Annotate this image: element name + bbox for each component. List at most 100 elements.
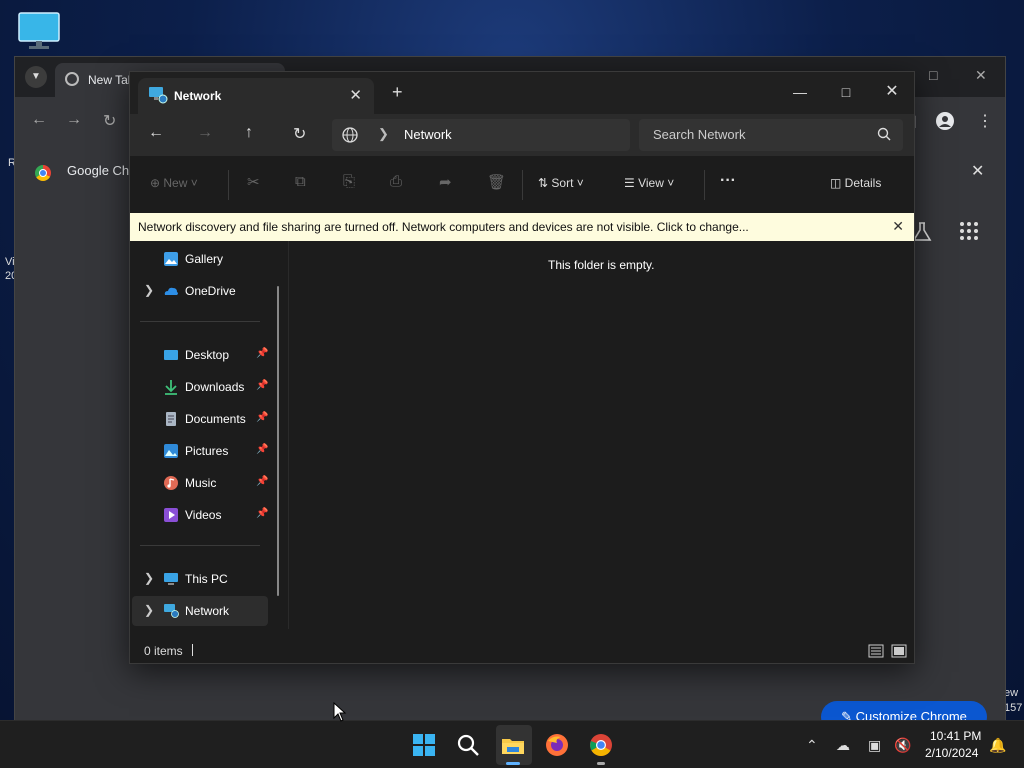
network-discovery-banner[interactable]: Network discovery and file sharing are t… bbox=[130, 213, 914, 241]
navigation-scrollbar[interactable] bbox=[277, 286, 279, 596]
maximize-button[interactable]: □ bbox=[826, 78, 866, 106]
search-icon[interactable] bbox=[456, 733, 480, 757]
desktop-monitor-icon[interactable] bbox=[18, 12, 60, 50]
chrome-icon bbox=[65, 72, 79, 86]
explorer-tab-network[interactable]: Network ✕ bbox=[138, 78, 374, 114]
up-icon[interactable]: ↑ bbox=[245, 124, 253, 142]
documents-icon bbox=[166, 412, 176, 426]
minimize-button[interactable]: — bbox=[780, 78, 820, 106]
pin-icon: 📌 bbox=[256, 444, 269, 455]
chrome-forward-icon[interactable]: → bbox=[66, 111, 82, 129]
firefox-icon[interactable] bbox=[545, 733, 569, 757]
paste-icon[interactable]: ⎘ bbox=[343, 173, 355, 190]
rename-icon[interactable]: ⎙ bbox=[390, 173, 402, 190]
chevron-right-icon[interactable]: ❯ bbox=[144, 571, 154, 585]
banner-message[interactable]: Network discovery and file sharing are t… bbox=[138, 220, 749, 234]
chrome-menu-icon[interactable]: ⋮ bbox=[977, 111, 993, 131]
back-icon[interactable]: ← bbox=[148, 124, 164, 142]
close-button[interactable]: ✕ bbox=[872, 78, 912, 106]
address-bar[interactable]: ❯ Network bbox=[332, 119, 630, 151]
pane-splitter[interactable] bbox=[288, 241, 289, 629]
bookmark-google-chrome[interactable]: Google Ch bbox=[67, 163, 129, 178]
sidebar-item-videos[interactable]: Videos 📌 bbox=[132, 500, 268, 530]
videos-icon bbox=[164, 508, 178, 522]
sidebar-item-label: Pictures bbox=[185, 444, 229, 458]
explorer-titlebar: Network ✕ + — □ ✕ bbox=[130, 72, 914, 114]
network-icon bbox=[149, 87, 168, 104]
volume-muted-icon[interactable]: 🔇 bbox=[894, 737, 911, 754]
cut-icon[interactable]: ✂ bbox=[247, 173, 260, 191]
sidebar-item-desktop[interactable]: Desktop 📌 bbox=[132, 340, 268, 370]
network-icon bbox=[164, 604, 179, 618]
close-banner-icon[interactable]: ✕ bbox=[892, 218, 904, 235]
chrome-icon[interactable] bbox=[589, 733, 613, 757]
windows-start-icon[interactable] bbox=[412, 733, 436, 757]
close-tab-icon[interactable]: ✕ bbox=[349, 86, 362, 104]
gallery-icon bbox=[164, 252, 178, 266]
sidebar-item-label: Downloads bbox=[185, 380, 245, 394]
chrome-back-icon[interactable]: ← bbox=[31, 111, 47, 129]
show-hidden-icons-chevron-up-icon[interactable]: ⌃ bbox=[806, 737, 818, 754]
chrome-close-bar-icon[interactable]: ✕ bbox=[971, 161, 984, 181]
clock-time[interactable]: 10:41 PM bbox=[930, 729, 981, 743]
sidebar-item-documents[interactable]: Documents 📌 bbox=[132, 404, 268, 434]
search-input[interactable]: Search Network bbox=[653, 127, 745, 142]
notifications-bell-icon[interactable]: 🔔 bbox=[989, 737, 1006, 754]
sidebar-item-label: Desktop bbox=[185, 348, 230, 362]
sort-button[interactable]: ⇅ Sort ˅ bbox=[538, 176, 584, 190]
running-indicator bbox=[597, 762, 605, 765]
onedrive-offline-icon[interactable]: ☁ bbox=[836, 737, 850, 754]
divider bbox=[140, 321, 260, 322]
running-indicator bbox=[506, 762, 520, 765]
sidebar-item-label: Videos bbox=[185, 508, 222, 522]
chevron-right-icon[interactable]: ❯ bbox=[144, 283, 154, 297]
sidebar-item-this-pc[interactable]: ❯ This PC bbox=[132, 564, 268, 594]
sidebar-item-onedrive[interactable]: ❯ OneDrive bbox=[132, 276, 268, 306]
taskbar: ⌃ ☁ ▣ 🔇 10:41 PM 2/10/2024 🔔 bbox=[0, 720, 1024, 768]
search-box[interactable]: Search Network bbox=[639, 119, 903, 151]
sidebar-item-music[interactable]: Music 📌 bbox=[132, 468, 268, 498]
pin-icon: 📌 bbox=[256, 508, 269, 519]
chevron-right-icon[interactable]: ❯ bbox=[144, 603, 154, 617]
desktop-text-fragment: 157 bbox=[1004, 702, 1023, 714]
sidebar-item-label: Documents bbox=[185, 412, 246, 426]
clock-date[interactable]: 2/10/2024 bbox=[925, 746, 978, 760]
pin-icon: 📌 bbox=[256, 476, 269, 487]
sidebar-item-gallery[interactable]: Gallery bbox=[132, 244, 268, 274]
sidebar-item-network[interactable]: ❯ Network bbox=[132, 596, 268, 626]
chrome-maximize-button[interactable]: □ bbox=[929, 67, 937, 83]
share-icon[interactable]: ➦ bbox=[439, 173, 452, 191]
tab-search-dropdown[interactable]: ▼ bbox=[25, 66, 47, 88]
chrome-tab-title: New Tab bbox=[88, 73, 135, 87]
chrome-reload-icon[interactable]: ↻ bbox=[103, 111, 116, 131]
forward-icon[interactable]: → bbox=[197, 124, 213, 142]
delete-icon[interactable]: 🗑 bbox=[487, 173, 506, 191]
apps-grid-icon[interactable] bbox=[959, 221, 979, 241]
new-button[interactable]: ⊕ New ˅ bbox=[150, 176, 198, 190]
refresh-icon[interactable]: ↻ bbox=[293, 124, 306, 144]
view-button[interactable]: ☰ View ˅ bbox=[624, 176, 674, 190]
network-status-icon[interactable]: ▣ bbox=[868, 737, 881, 754]
copy-icon[interactable]: ⧉ bbox=[295, 173, 306, 190]
details-view-icon[interactable] bbox=[868, 644, 884, 658]
pin-icon: 📌 bbox=[256, 380, 269, 391]
desktop-text-fragment: ew bbox=[1004, 687, 1019, 699]
pin-icon: 📌 bbox=[256, 348, 269, 359]
address-location[interactable]: Network bbox=[404, 127, 452, 142]
divider bbox=[140, 545, 260, 546]
view-icon: ☰ bbox=[624, 176, 639, 190]
details-button[interactable]: ◫ Details bbox=[830, 176, 881, 190]
chrome-close-button[interactable]: ✕ bbox=[975, 67, 987, 84]
command-bar: ⊕ New ˅ ✂ ⧉ ⎘ ⎙ ➦ 🗑 ⇅ Sort ˅ ☰ View ˅ ··… bbox=[130, 156, 914, 214]
sidebar-item-pictures[interactable]: Pictures 📌 bbox=[132, 436, 268, 466]
file-explorer-icon[interactable] bbox=[501, 733, 525, 757]
new-tab-button[interactable]: + bbox=[392, 82, 403, 103]
more-options-icon[interactable]: ··· bbox=[720, 172, 736, 190]
profile-icon[interactable] bbox=[935, 111, 955, 131]
large-icons-view-icon[interactable] bbox=[891, 644, 907, 658]
sidebar-item-downloads[interactable]: Downloads 📌 bbox=[132, 372, 268, 402]
pin-icon: 📌 bbox=[256, 412, 269, 423]
sort-label: Sort bbox=[551, 176, 574, 190]
sidebar-item-label: Music bbox=[185, 476, 217, 490]
details-pane-icon: ◫ bbox=[830, 176, 845, 190]
